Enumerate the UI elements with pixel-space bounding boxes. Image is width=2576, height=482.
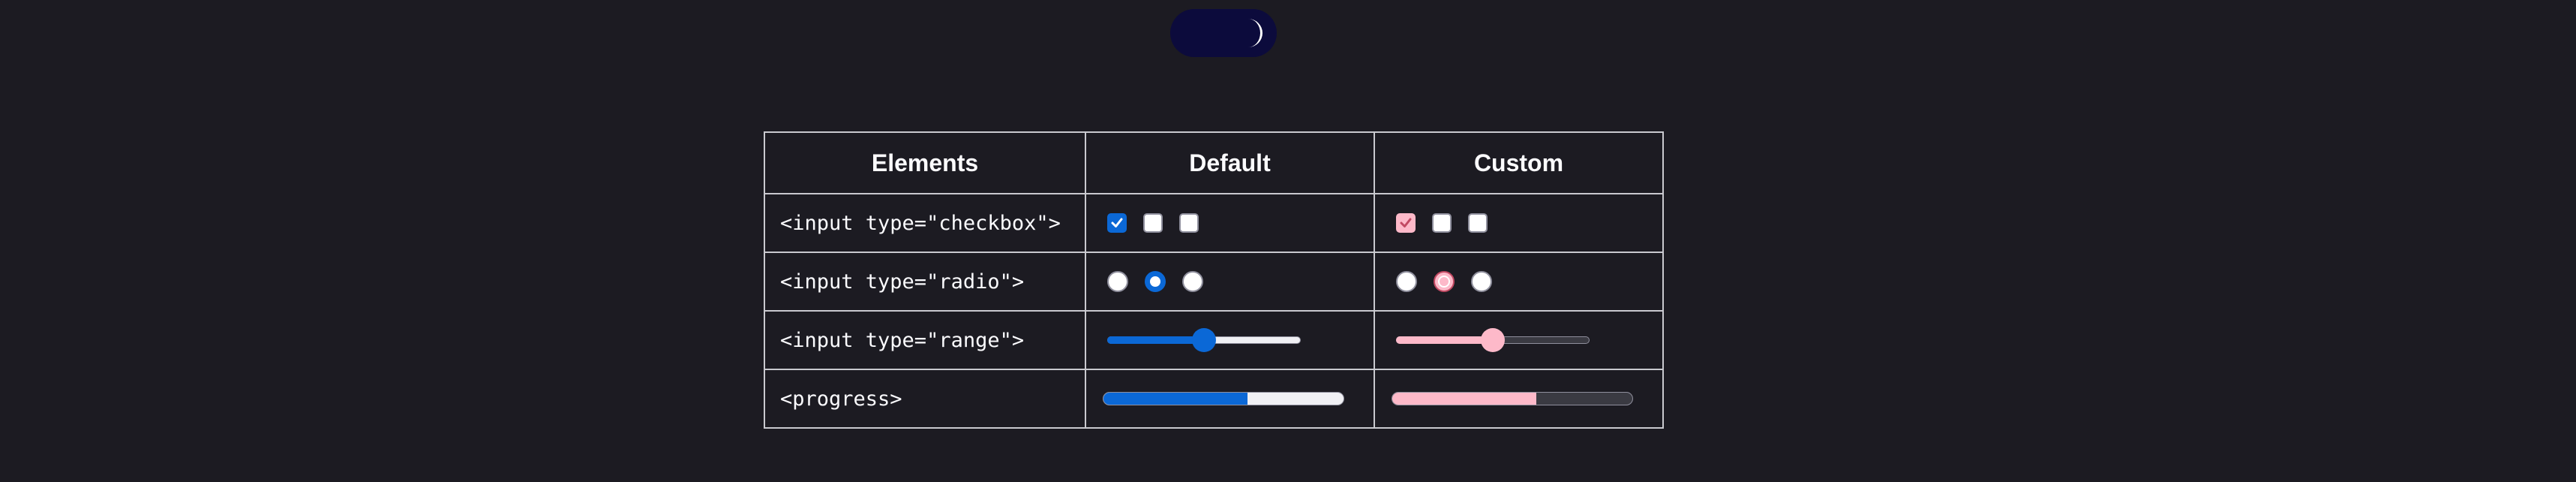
moon-icon xyxy=(1248,19,1262,47)
default-checkbox-3[interactable] xyxy=(1179,213,1199,233)
custom-progress-bar xyxy=(1392,392,1633,405)
table-row-checkbox: <input type="checkbox"> xyxy=(764,193,1664,253)
element-label-range: <input type="range"> xyxy=(764,310,1086,370)
custom-progress-cell xyxy=(1374,369,1664,429)
default-radio-3[interactable] xyxy=(1182,271,1203,292)
custom-radio-1[interactable] xyxy=(1396,271,1417,292)
default-progress-cell xyxy=(1085,369,1375,429)
page: Elements Default Custom <input type="che… xyxy=(0,0,2576,482)
default-radio-group xyxy=(1086,271,1374,292)
header-default: Default xyxy=(1085,131,1375,194)
default-radio-1[interactable] xyxy=(1107,271,1128,292)
default-range-cell xyxy=(1085,310,1375,370)
default-checkbox-group xyxy=(1086,213,1374,233)
custom-range-slider[interactable] xyxy=(1396,327,1590,353)
custom-checkbox-group xyxy=(1375,213,1662,233)
custom-radio-2[interactable] xyxy=(1434,271,1455,292)
header-elements: Elements xyxy=(764,131,1086,194)
default-progress-bar xyxy=(1103,392,1344,405)
custom-checkbox-cell xyxy=(1374,193,1664,253)
element-label-radio: <input type="radio"> xyxy=(764,252,1086,312)
table-row-progress: <progress> xyxy=(764,369,1664,429)
element-label-progress: <progress> xyxy=(764,369,1086,429)
custom-checkbox-2[interactable] xyxy=(1432,213,1452,233)
theme-toggle-button[interactable] xyxy=(1170,9,1277,57)
comparison-table: Elements Default Custom <input type="che… xyxy=(764,131,1664,429)
default-radio-cell xyxy=(1085,252,1375,312)
custom-radio-cell xyxy=(1374,252,1664,312)
custom-radio-group xyxy=(1375,271,1662,292)
custom-checkbox-1[interactable] xyxy=(1396,213,1416,233)
default-checkbox-1[interactable] xyxy=(1107,213,1127,233)
custom-radio-3[interactable] xyxy=(1471,271,1492,292)
header-custom: Custom xyxy=(1374,131,1664,194)
custom-range-cell xyxy=(1374,310,1664,370)
table-row-range: <input type="range"> xyxy=(764,310,1664,370)
element-label-checkbox: <input type="checkbox"> xyxy=(764,193,1086,253)
range-thumb[interactable] xyxy=(1192,328,1216,352)
range-thumb[interactable] xyxy=(1481,328,1505,352)
default-checkbox-cell xyxy=(1085,193,1375,253)
table-header-row: Elements Default Custom xyxy=(764,131,1664,194)
comparison-table-wrapper: Elements Default Custom <input type="che… xyxy=(764,131,1664,429)
default-range-slider[interactable] xyxy=(1107,327,1301,353)
default-checkbox-2[interactable] xyxy=(1143,213,1163,233)
table-row-radio: <input type="radio"> xyxy=(764,252,1664,312)
custom-checkbox-3[interactable] xyxy=(1468,213,1488,233)
default-radio-2[interactable] xyxy=(1145,271,1166,292)
